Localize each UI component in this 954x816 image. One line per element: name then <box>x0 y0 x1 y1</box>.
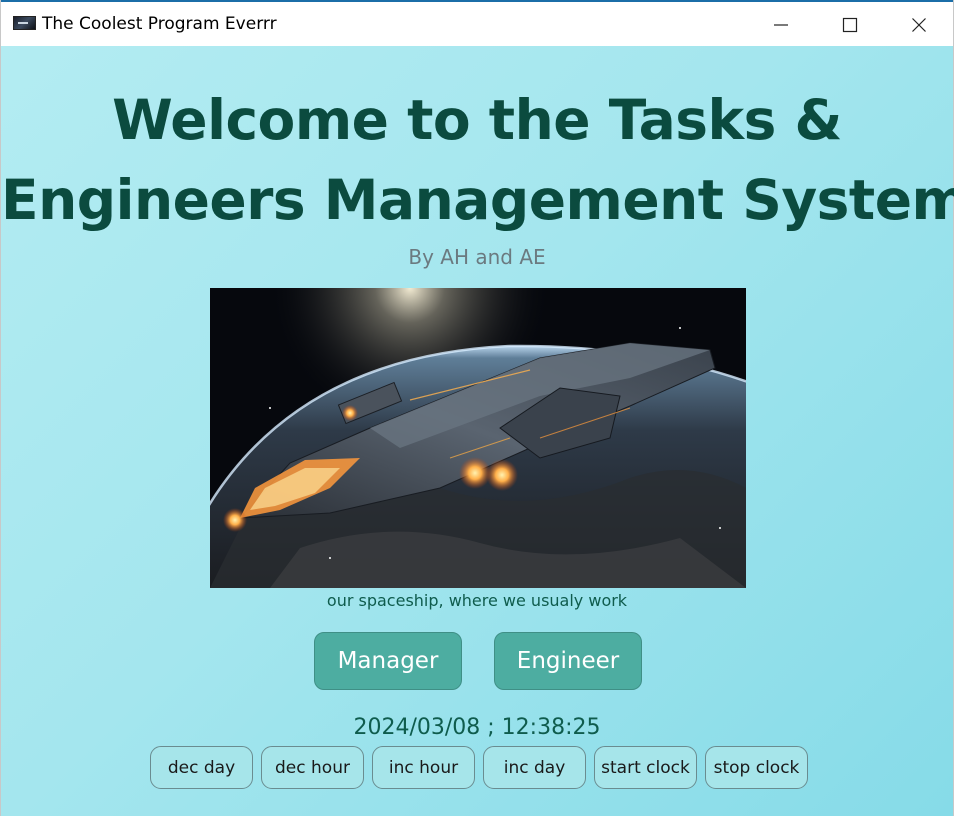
main-content: Welcome to the Tasks & Engineers Managem… <box>1 46 954 816</box>
title-bar-accent <box>1 0 201 2</box>
welcome-heading-line-2: Engineers Management System <box>1 168 954 232</box>
minimize-button[interactable] <box>746 4 816 46</box>
window-title: The Coolest Program Everrr <box>42 14 277 34</box>
close-icon <box>912 18 926 32</box>
maximize-button[interactable] <box>815 4 885 46</box>
app-window: The Coolest Program Everrr Welcome to th… <box>0 0 954 816</box>
dec-hour-button[interactable]: dec hour <box>261 746 364 789</box>
engineer-button[interactable]: Engineer <box>494 632 642 690</box>
start-clock-button[interactable]: start clock <box>594 746 697 789</box>
dec-day-button[interactable]: dec day <box>150 746 253 789</box>
stop-clock-button[interactable]: stop clock <box>705 746 808 789</box>
spaceship-image <box>210 288 746 588</box>
inc-day-button[interactable]: inc day <box>483 746 586 789</box>
image-caption: our spaceship, where we usualy work <box>326 591 628 610</box>
clock-display: 2024/03/08 ; 12:38:25 <box>353 715 601 740</box>
maximize-icon <box>842 17 858 33</box>
minimize-icon <box>774 24 788 26</box>
close-button[interactable] <box>884 4 954 46</box>
title-bar[interactable]: The Coolest Program Everrr <box>1 0 953 46</box>
spaceship-illustration <box>210 288 746 588</box>
spaceship-thumbnail-icon <box>13 16 36 30</box>
manager-button[interactable]: Manager <box>314 632 462 690</box>
authors-byline: By AH and AE <box>408 245 546 269</box>
welcome-heading-line-1: Welcome to the Tasks & <box>112 88 842 152</box>
inc-hour-button[interactable]: inc hour <box>372 746 475 789</box>
